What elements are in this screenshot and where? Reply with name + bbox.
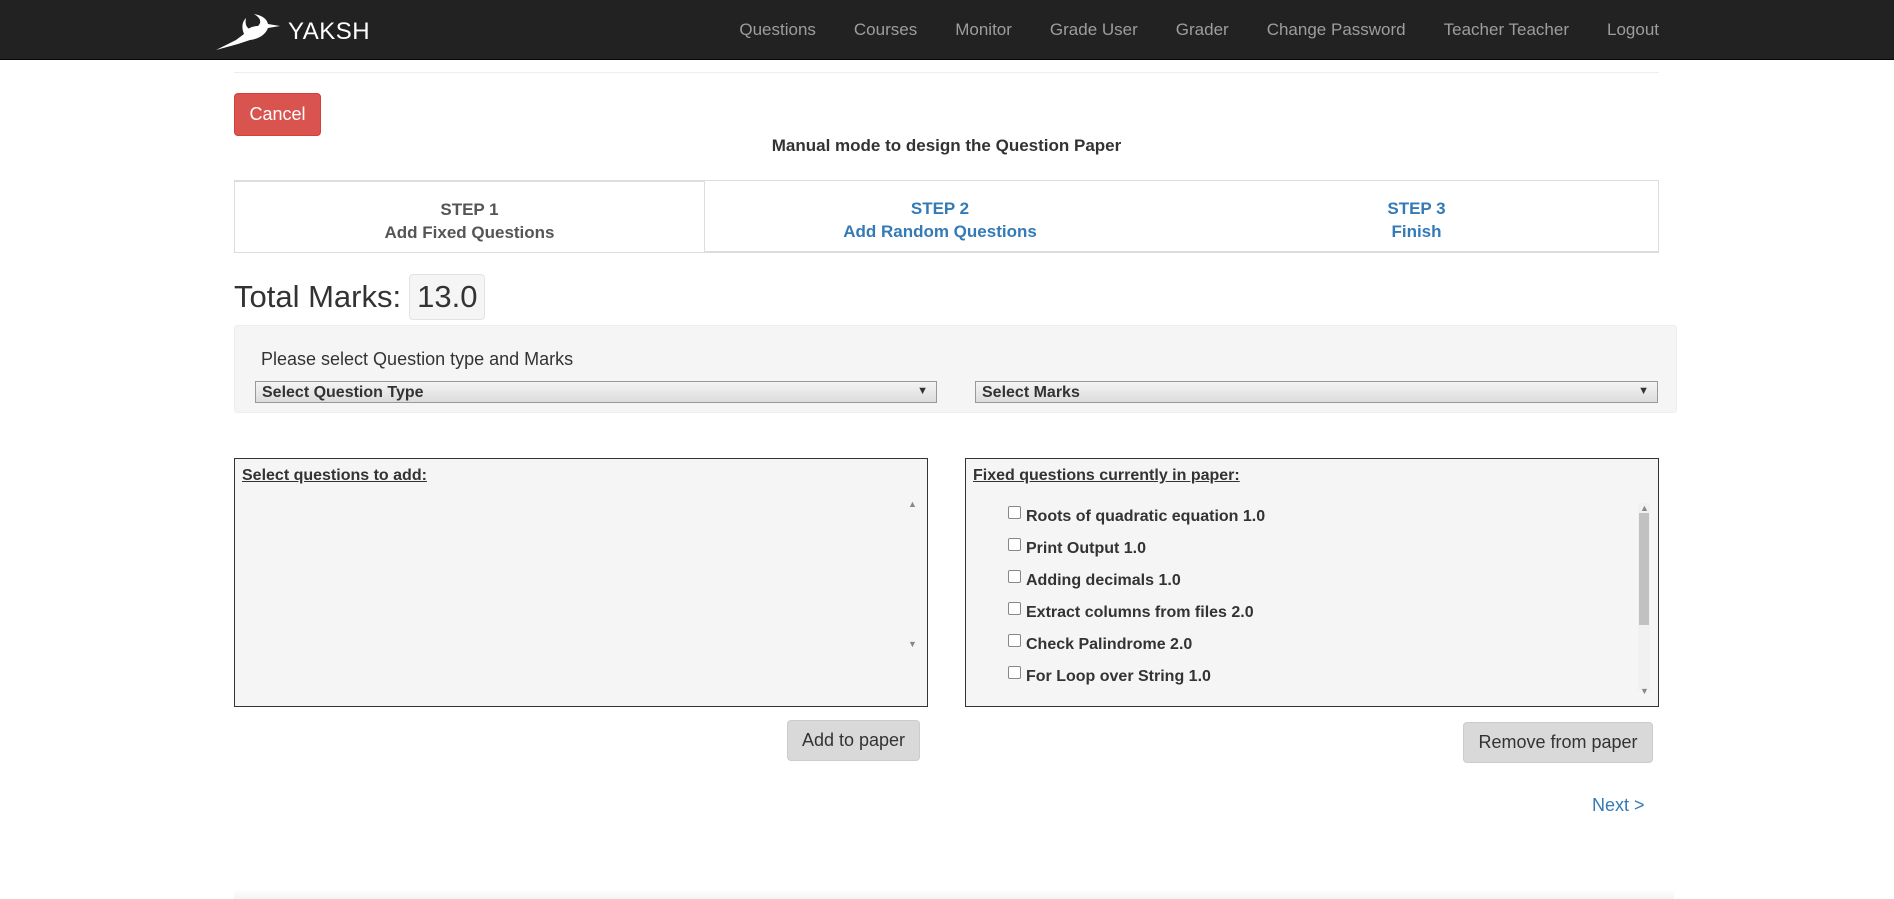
question-checkbox[interactable] bbox=[1008, 506, 1021, 519]
nav-user-name[interactable]: Teacher Teacher bbox=[1444, 20, 1569, 39]
question-label: Roots of quadratic equation 1.0 bbox=[1026, 508, 1266, 525]
question-checkbox[interactable] bbox=[1008, 666, 1021, 679]
scrollbar-thumb[interactable] bbox=[1639, 513, 1649, 625]
question-label: Check Palindrome 2.0 bbox=[1026, 636, 1193, 653]
question-checkbox[interactable] bbox=[1008, 602, 1021, 615]
scroll-up-icon[interactable]: ▲ bbox=[908, 499, 917, 509]
nav-logout[interactable]: Logout bbox=[1607, 20, 1659, 39]
question-label: For Loop over String 1.0 bbox=[1026, 668, 1211, 685]
scroll-up-icon[interactable]: ▲ bbox=[1640, 503, 1649, 513]
nav-courses[interactable]: Courses bbox=[854, 20, 917, 39]
crane-logo-icon bbox=[216, 14, 280, 50]
question-checkbox[interactable] bbox=[1008, 538, 1021, 551]
marks-value: Select Marks bbox=[982, 384, 1080, 401]
step-label: Finish bbox=[1391, 222, 1442, 241]
list-item: Extract columns from files 2.0 bbox=[1006, 597, 1265, 629]
nav-grade-user[interactable]: Grade User bbox=[1050, 20, 1138, 39]
available-questions-box[interactable]: Select questions to add: ▲ ▼ bbox=[234, 458, 928, 707]
question-checkbox[interactable] bbox=[1008, 570, 1021, 583]
cancel-button[interactable]: Cancel bbox=[234, 93, 321, 136]
list-item: Roots of quadratic equation 1.0 bbox=[1006, 501, 1265, 533]
top-navbar: YAKSH Questions Courses Monitor Grade Us… bbox=[0, 0, 1894, 60]
step-label: Add Fixed Questions bbox=[384, 223, 555, 242]
question-label: Print Output 1.0 bbox=[1026, 540, 1146, 557]
list-item: For Loop over String 1.0 bbox=[1006, 661, 1265, 693]
nav-monitor[interactable]: Monitor bbox=[955, 20, 1012, 39]
total-marks-label: Total Marks: bbox=[234, 279, 402, 314]
scroll-down-icon[interactable]: ▼ bbox=[908, 639, 917, 649]
tab-step-2[interactable]: STEP 2 Add Random Questions bbox=[705, 181, 1175, 252]
total-marks: Total Marks: 13.0 bbox=[234, 274, 486, 320]
tab-step-3[interactable]: STEP 3 Finish bbox=[1175, 181, 1658, 252]
question-type-value: Select Question Type bbox=[262, 384, 424, 401]
nav-questions[interactable]: Questions bbox=[739, 20, 816, 39]
nav-menu: Questions Courses Monitor Grade User Gra… bbox=[720, 0, 1659, 60]
nav-grader[interactable]: Grader bbox=[1176, 20, 1229, 39]
filter-panel: Please select Question type and Marks Se… bbox=[234, 325, 1677, 413]
available-questions-title: Select questions to add: bbox=[242, 467, 427, 484]
question-checkbox[interactable] bbox=[1008, 634, 1021, 647]
footer-edge bbox=[234, 890, 1674, 899]
dropdown-arrow-icon: ▼ bbox=[917, 385, 928, 397]
brand-logo[interactable]: YAKSH bbox=[214, 12, 370, 52]
question-type-select[interactable]: Select Question Type ▼ bbox=[255, 381, 937, 403]
list-item: Print Output 1.0 bbox=[1006, 533, 1265, 565]
question-label: Extract columns from files 2.0 bbox=[1026, 604, 1254, 621]
fixed-questions-list: Roots of quadratic equation 1.0 Print Ou… bbox=[1006, 501, 1265, 693]
next-link[interactable]: Next > bbox=[1592, 795, 1645, 816]
step-tabs: STEP 1 Add Fixed Questions STEP 2 Add Ra… bbox=[234, 180, 1659, 253]
filter-label: Please select Question type and Marks bbox=[261, 349, 574, 369]
step-number: STEP 3 bbox=[1387, 199, 1446, 218]
step-number: STEP 2 bbox=[910, 199, 970, 218]
fixed-questions-box[interactable]: Fixed questions currently in paper: Root… bbox=[965, 458, 1659, 707]
step-label: Add Random Questions bbox=[843, 222, 1037, 241]
brand-name: YAKSH bbox=[288, 18, 371, 45]
tab-step-1[interactable]: STEP 1 Add Fixed Questions bbox=[235, 180, 705, 252]
step-number: STEP 1 bbox=[440, 200, 499, 219]
page-heading: Manual mode to design the Question Paper bbox=[771, 136, 1122, 155]
list-item: Check Palindrome 2.0 bbox=[1006, 629, 1265, 661]
nav-change-password[interactable]: Change Password bbox=[1267, 20, 1406, 39]
scrollbar-track[interactable] bbox=[1638, 503, 1650, 690]
fixed-questions-scroll[interactable]: Roots of quadratic equation 1.0 Print Ou… bbox=[1006, 501, 1636, 706]
list-item: Adding decimals 1.0 bbox=[1006, 565, 1265, 597]
scroll-down-icon[interactable]: ▼ bbox=[1640, 686, 1649, 696]
divider bbox=[234, 72, 1659, 73]
marks-select[interactable]: Select Marks ▼ bbox=[975, 381, 1658, 403]
add-to-paper-button[interactable]: Add to paper bbox=[787, 720, 920, 761]
dropdown-arrow-icon: ▼ bbox=[1638, 385, 1649, 397]
question-label: Adding decimals 1.0 bbox=[1026, 572, 1181, 589]
fixed-questions-title: Fixed questions currently in paper: bbox=[973, 467, 1240, 484]
total-marks-value: 13.0 bbox=[409, 274, 486, 320]
remove-from-paper-button[interactable]: Remove from paper bbox=[1463, 722, 1653, 763]
